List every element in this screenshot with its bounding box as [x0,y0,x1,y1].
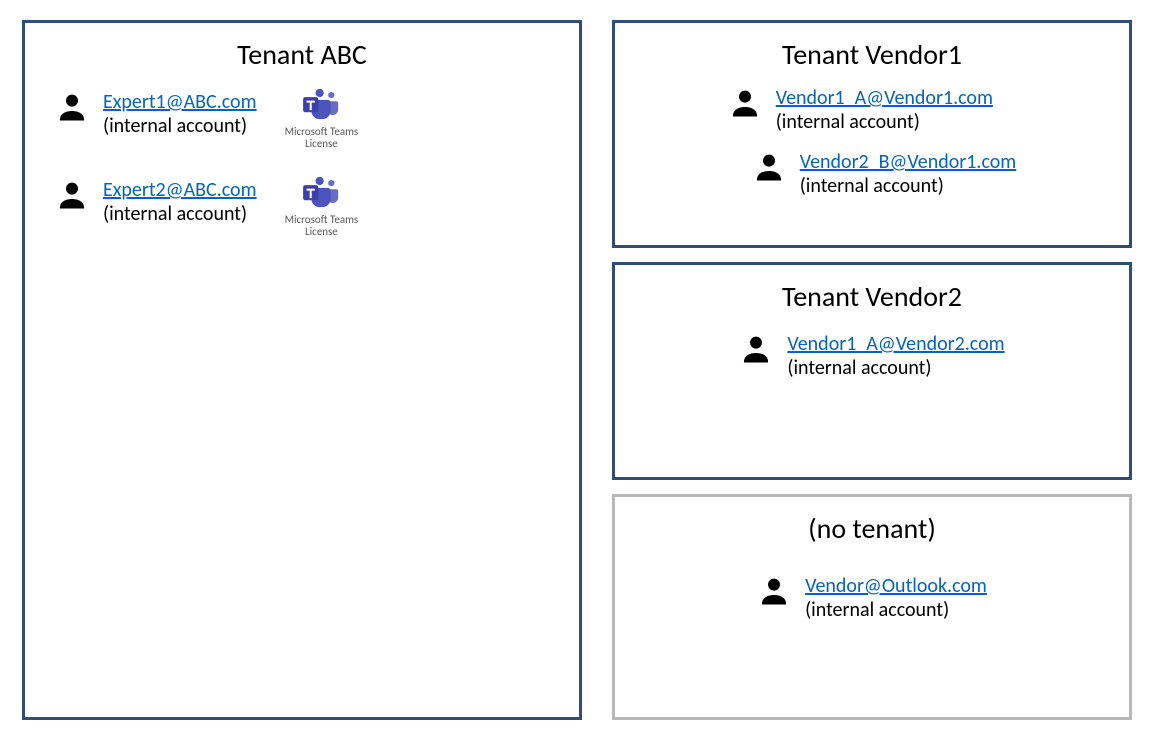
no-tenant-users: Vendor@Outlook.com (internal account) [757,554,987,622]
user-email-link[interactable]: Vendor1_A@Vendor1.com [776,86,993,110]
person-icon [739,332,773,366]
user-email-link[interactable]: Vendor1_A@Vendor2.com [787,332,1004,356]
account-type-label: (internal account) [805,598,987,622]
teams-icon [299,86,343,122]
user-row: Vendor@Outlook.com (internal account) [757,574,987,622]
no-tenant-box: (no tenant) Vendor@Outlook.com (internal… [612,494,1132,720]
account-type-label: (internal account) [776,110,993,134]
user-row: Expert2@ABC.com (internal account) Micro… [25,178,579,238]
person-icon [757,574,791,608]
user-row: Vendor2_B@Vendor1.com (internal account) [752,150,1017,198]
tenant-vendor2-box: Tenant Vendor2 Vendor1_A@Vendor2.com (in… [612,262,1132,480]
person-icon [728,86,762,120]
account-type-label: (internal account) [787,356,1004,380]
diagram-canvas: Tenant ABC Expert1@ABC.com (internal acc… [0,0,1153,741]
teams-license-label-2: License [305,226,338,238]
user-email-link[interactable]: Vendor2_B@Vendor1.com [800,150,1017,174]
tenant-vendor1-box: Tenant Vendor1 Vendor1_A@Vendor1.com (in… [612,20,1132,248]
user-email-link[interactable]: Vendor@Outlook.com [805,574,987,598]
tenant-vendor2-users: Vendor1_A@Vendor2.com (internal account) [739,322,1004,380]
user-email-link[interactable]: Expert1@ABC.com [103,90,257,114]
tenant-abc-title: Tenant ABC [25,37,579,72]
account-type-label: (internal account) [103,202,257,226]
user-row: Vendor1_A@Vendor1.com (internal account) [728,86,993,134]
teams-license-badge: Microsoft Teams License [285,86,359,150]
tenant-vendor2-title: Tenant Vendor2 [615,279,1129,314]
account-type-label: (internal account) [800,174,1017,198]
user-email-link[interactable]: Expert2@ABC.com [103,178,257,202]
teams-license-label-2: License [305,138,338,150]
tenant-vendor1-title: Tenant Vendor1 [615,37,1129,72]
no-tenant-title: (no tenant) [615,511,1129,546]
teams-icon [299,174,343,210]
tenant-abc-box: Tenant ABC Expert1@ABC.com (internal acc… [22,20,582,720]
tenant-abc-users: Expert1@ABC.com (internal account) Micro… [25,90,579,238]
tenant-vendor1-users: Vendor1_A@Vendor1.com (internal account)… [728,80,1017,198]
person-icon [752,150,786,184]
teams-license-badge: Microsoft Teams License [285,174,359,238]
account-type-label: (internal account) [103,114,257,138]
user-row: Expert1@ABC.com (internal account) Micro… [25,90,579,150]
person-icon [55,90,89,124]
person-icon [55,178,89,212]
user-row: Vendor1_A@Vendor2.com (internal account) [739,332,1004,380]
